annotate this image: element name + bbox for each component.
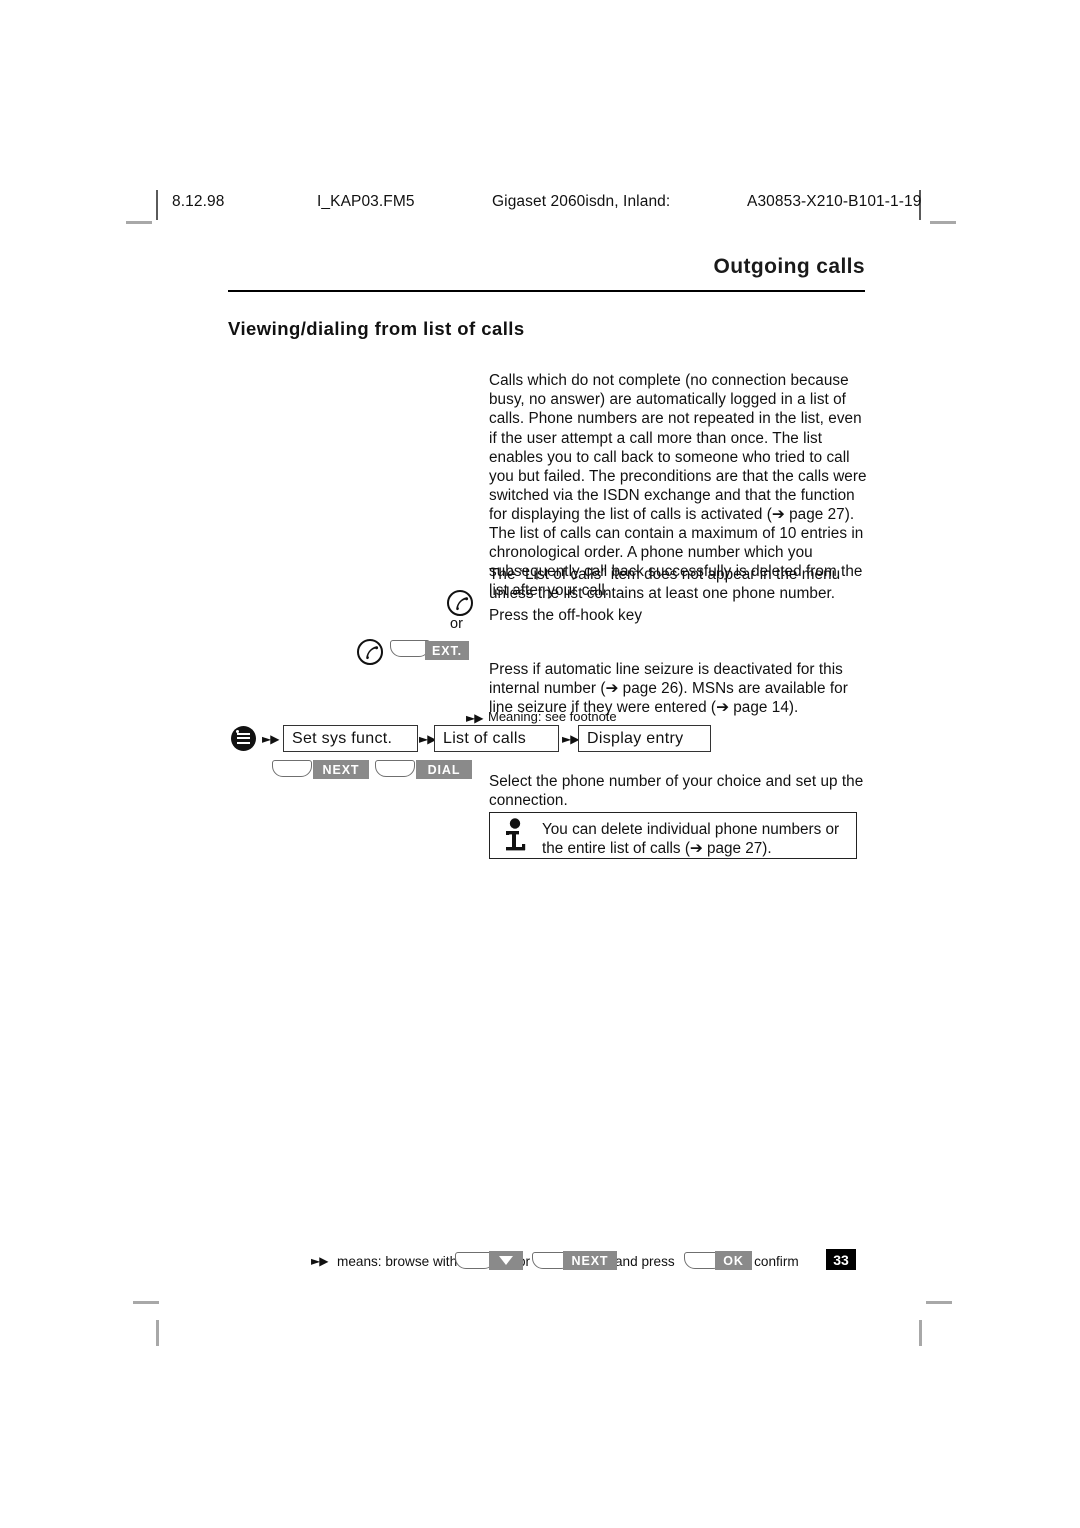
header-filename: I_KAP03.FM5	[317, 193, 415, 210]
menu-step-set-sys-funct[interactable]: Set sys funct.	[283, 725, 418, 752]
softkey-label-ext[interactable]: EXT.	[425, 641, 469, 660]
header-date: 8.12.98	[172, 193, 225, 210]
softkey-label-dial[interactable]: DIAL	[416, 760, 472, 779]
list-availability-note: The “List of calls” item does not appear…	[489, 566, 841, 603]
off-hook-key-icon-secondary	[357, 639, 383, 665]
crop-mark-bottom-left	[133, 1301, 159, 1304]
footer-softkey-label-down-arrow[interactable]	[489, 1251, 523, 1270]
crop-mark-top-left	[126, 221, 152, 224]
footnote-reference-label: Meaning: see footnote	[488, 709, 617, 724]
softkey-blank-ext[interactable]	[390, 640, 430, 657]
browse-arrow-icon-1: ►▶	[262, 732, 279, 746]
footer-means-text: means: browse with	[337, 1254, 458, 1269]
crop-mark-bottom-right	[926, 1301, 952, 1304]
crop-mark-top-right	[930, 221, 956, 224]
menu-step-list-of-calls[interactable]: List of calls	[434, 725, 559, 752]
info-note-text: You can delete individual phone numbers …	[542, 821, 840, 858]
footer-and-press-text: and press	[615, 1254, 675, 1269]
header-order-number: A30853-X210-B101-1-19	[747, 193, 922, 210]
browse-arrow-icon-footer: ►▶	[311, 1254, 328, 1268]
off-hook-key-icon	[447, 590, 473, 616]
browse-arrow-icon-3: ►▶	[562, 732, 579, 746]
softkey-blank-dial[interactable]	[375, 760, 415, 777]
softkey-label-next[interactable]: NEXT	[313, 760, 369, 779]
chevron-down-icon	[499, 1256, 513, 1265]
section-title: Viewing/dialing from list of calls	[228, 318, 525, 339]
information-i-icon	[503, 818, 529, 854]
page-number: 33	[826, 1249, 856, 1270]
header-product: Gigaset 2060isdn, Inland:	[492, 193, 671, 210]
browse-arrow-icon-2: ►▶	[419, 732, 436, 746]
menu-step-display-entry[interactable]: Display entry	[578, 725, 711, 752]
footer-softkey-label-next[interactable]: NEXT	[563, 1251, 617, 1270]
title-divider	[228, 290, 865, 292]
crop-mark-bottom-right-vertical	[919, 1320, 922, 1346]
info-note-box: You can delete individual phone numbers …	[489, 812, 857, 859]
select-instruction: Select the phone number of your choice a…	[489, 773, 864, 810]
chapter-title: Outgoing calls	[713, 255, 865, 278]
offhook-instruction: Press the off-hook key	[489, 607, 643, 625]
footer-softkey-label-ok[interactable]: OK	[715, 1251, 752, 1270]
running-header: 8.12.98 I_KAP03.FM5 Gigaset 2060isdn, In…	[155, 193, 925, 215]
or-separator-label: or	[450, 616, 463, 632]
browse-arrow-icon-footnote: ►▶	[466, 711, 483, 725]
document-page: 8.12.98 I_KAP03.FM5 Gigaset 2060isdn, In…	[0, 0, 1080, 1528]
menu-icon[interactable]	[231, 726, 256, 751]
crop-mark-bottom-left-vertical	[156, 1320, 159, 1346]
softkey-blank-next[interactable]	[272, 760, 312, 777]
